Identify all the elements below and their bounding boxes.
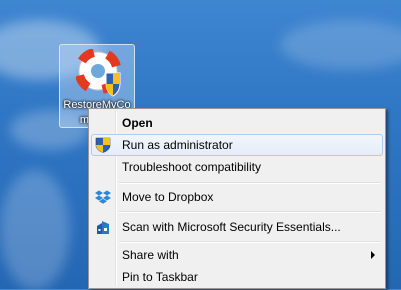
menu-item-troubleshoot-compatibility[interactable]: Troubleshoot compatibility [91,156,383,178]
submenu-arrow-icon [371,251,375,259]
context-menu: Open Run as administrator Troubleshoot c… [88,108,386,289]
menu-item-scan-with-mse[interactable]: Scan with Microsoft Security Essentials.… [91,216,383,238]
menu-item-label: Open [122,116,153,130]
lifebuoy-shield-icon [76,49,122,97]
menu-item-label: Troubleshoot compatibility [122,160,261,174]
menu-item-run-as-administrator[interactable]: Run as administrator [91,134,383,156]
menu-separator [119,241,381,243]
menu-item-move-to-dropbox[interactable]: Move to Dropbox [91,186,383,208]
menu-item-label: Move to Dropbox [122,190,214,204]
menu-item-share-with[interactable]: Share with [91,244,383,266]
menu-item-label: Scan with Microsoft Security Essentials.… [122,220,341,234]
menu-item-label: Run as administrator [122,138,233,152]
menu-separator [119,211,381,213]
wallpaper-cloud [280,20,401,70]
menu-item-label: Share with [122,248,179,262]
security-essentials-icon [97,221,109,234]
menu-item-open[interactable]: Open [91,112,383,134]
dropbox-icon [95,190,111,204]
menu-item-label: Pin to Taskbar [122,270,198,284]
menu-separator [119,182,381,184]
wallpaper-cloud [0,170,70,290]
menu-item-pin-to-taskbar[interactable]: Pin to Taskbar [91,266,383,288]
uac-shield-icon [95,137,111,153]
